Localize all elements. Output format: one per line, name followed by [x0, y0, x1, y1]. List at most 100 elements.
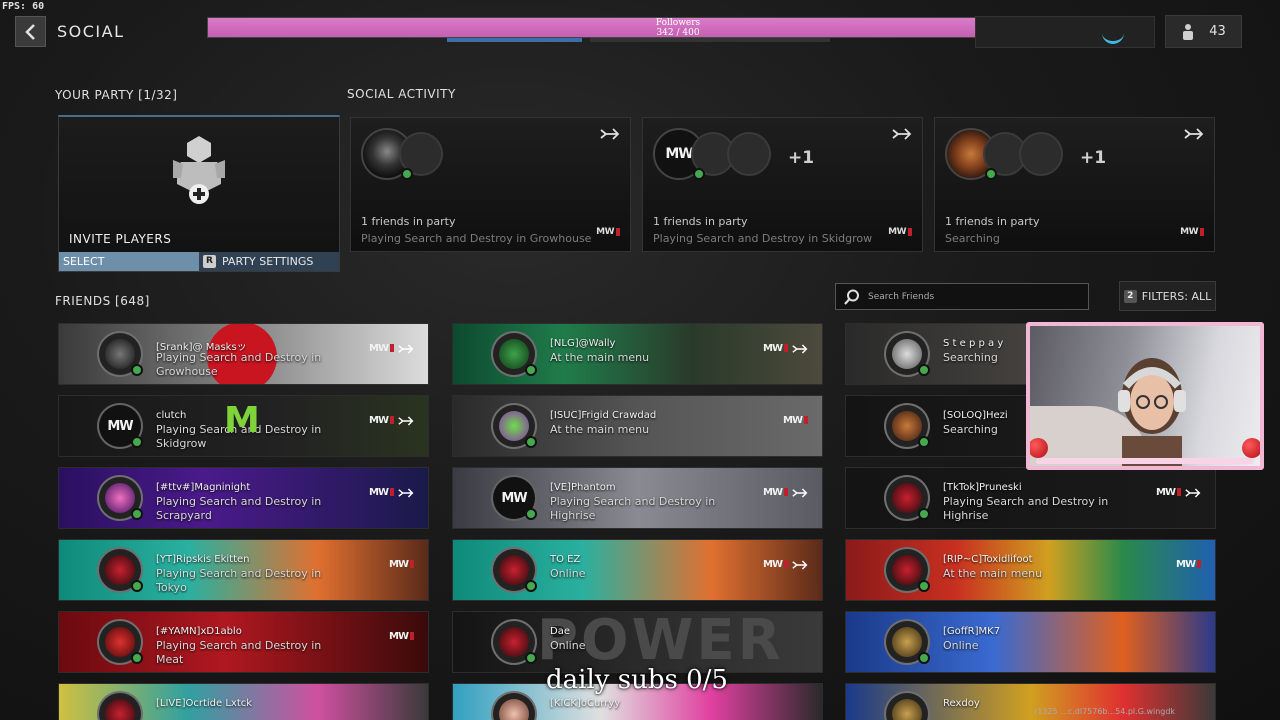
tab-indicator [590, 38, 830, 42]
friend-name: clutch [156, 410, 187, 421]
page-title: SOCIAL [57, 22, 125, 41]
friend-status: Online [550, 639, 586, 652]
online-status-icon [918, 508, 930, 520]
online-status-icon [525, 364, 537, 376]
friend-status-detail: Scrapyard [156, 509, 212, 522]
webcam-overlay [1026, 322, 1264, 470]
tab-indicator-active [447, 38, 582, 42]
mw-logo-icon: MW [783, 415, 808, 426]
avatar [491, 691, 537, 720]
friend-name: [#ttv#]Magninight [156, 482, 251, 493]
friend-name: [#YAMN]xD1ablo [156, 626, 242, 637]
filters-label: FILTERS: ALL [1141, 289, 1212, 303]
online-status-icon [985, 168, 997, 180]
friend-status: At the main menu [943, 567, 1043, 580]
players-count-button[interactable]: 43 [1165, 15, 1242, 48]
friend-card[interactable]: MW [VE]Phantom Playing Search and Destro… [452, 467, 823, 529]
party-section-label: YOUR PARTY [1/32] [55, 88, 178, 102]
friends-search[interactable] [835, 283, 1089, 310]
friend-card[interactable]: [#ttv#]Magninight Playing Search and Des… [58, 467, 429, 529]
join-arrow-icon [892, 128, 912, 140]
party-settings-label: PARTY SETTINGS [222, 255, 314, 268]
friend-card[interactable]: [NLG]@Wally At the main menu MW [452, 323, 823, 385]
activity-card[interactable]: MW +1 1 friends in party Playing Search … [642, 117, 923, 252]
friend-name: [NLG]@Wally [550, 338, 616, 349]
mw-logo-icon: MW [1180, 227, 1204, 237]
online-status-icon [131, 364, 143, 376]
friend-card[interactable]: [YT]Ripskis Ekitten Playing Search and D… [58, 539, 429, 601]
online-status-icon [525, 652, 537, 664]
filters-button[interactable]: 2 FILTERS: ALL [1119, 281, 1216, 311]
friend-name: Rexdoy [943, 698, 980, 709]
avatar-placeholder [727, 132, 771, 176]
friend-card[interactable]: MW clutch Playing Search and Destroy in … [58, 395, 429, 457]
online-status-icon [131, 580, 143, 592]
online-status-icon [131, 436, 143, 448]
daily-subs-overlay: daily subs 0/5 [546, 665, 728, 695]
friend-status: Playing Search and Destroy in [550, 495, 716, 508]
cherry-decoration-icon [1030, 438, 1048, 458]
invite-players-card[interactable]: INVITE PLAYERS SELECT R PARTY SETTINGS [58, 115, 340, 272]
cherry-decoration-icon [1242, 438, 1260, 458]
friend-card[interactable]: [RIP~C]Toxidlifoot At the main menu MW [845, 539, 1216, 601]
friend-name: [ISUC]Frigid Crawdad [550, 410, 657, 421]
friend-status-detail: Growhouse [156, 365, 218, 378]
join-arrow-icon [600, 128, 620, 140]
monster-logo-icon: M [224, 400, 260, 441]
friend-card[interactable]: POWER Dae Online [452, 611, 823, 673]
invite-players-label: INVITE PLAYERS [69, 232, 172, 246]
party-count: 1 friends in party [361, 215, 456, 228]
friend-name: [RIP~C]Toxidlifoot [943, 554, 1033, 565]
mw-logo-icon: MW [389, 559, 414, 570]
activity-section-label: SOCIAL ACTIVITY [347, 87, 456, 101]
key-2-icon: 2 [1123, 289, 1137, 303]
friend-status: Playing Search and Destroy in [156, 495, 322, 508]
friend-status: Playing Search and Destroy in [156, 567, 322, 580]
mw-logo-icon: MW [763, 559, 788, 570]
mw-logo-icon: MW [369, 415, 394, 426]
party-count: 1 friends in party [945, 215, 1040, 228]
join-arrow-icon [398, 487, 414, 498]
online-status-icon [525, 580, 537, 592]
party-extra-count: +1 [788, 148, 815, 168]
search-icon [844, 289, 859, 305]
back-button[interactable] [15, 16, 46, 47]
search-input[interactable] [868, 291, 1068, 302]
friend-card[interactable]: [Srank]@ Masksッ Playing Search and Destr… [58, 323, 429, 385]
friend-status: Online [550, 567, 586, 580]
online-status-icon [401, 168, 413, 180]
friend-status-detail: Meat [156, 653, 184, 666]
activity-card[interactable]: +1 1 friends in party Searching MW [934, 117, 1215, 252]
join-arrow-icon [792, 343, 808, 354]
party-status: Playing Search and Destroy in Growhouse [361, 232, 592, 245]
friend-status-detail: Tokyo [156, 581, 187, 594]
select-button[interactable]: SELECT [59, 252, 199, 271]
friend-card[interactable]: [ISUC]Frigid Crawdad At the main menu MW [452, 395, 823, 457]
overlay-url: r1325 ...c.dl7576b...54.pl.G.wingdk [1034, 707, 1176, 716]
friend-card[interactable]: [#YAMN]xD1ablo Playing Search and Destro… [58, 611, 429, 673]
friend-status: Playing Search and Destroy in [943, 495, 1109, 508]
people-icon [1183, 23, 1194, 40]
online-status-icon [918, 436, 930, 448]
party-status: Searching [945, 232, 1000, 245]
join-arrow-icon [792, 487, 808, 498]
friend-card[interactable]: TO EZ Online MW [452, 539, 823, 601]
streamer-image [1118, 358, 1186, 466]
friend-status: At the main menu [550, 351, 650, 364]
friend-name: TO EZ [550, 554, 581, 565]
party-settings-button[interactable]: R PARTY SETTINGS [199, 252, 339, 271]
friend-card[interactable]: [GoffR]MK7 Online [845, 611, 1216, 673]
friend-status: Playing Search and Destroy in [156, 351, 322, 364]
friend-name: [TkTok]Pruneski [943, 482, 1022, 493]
avatar-placeholder [1019, 132, 1063, 176]
activity-card[interactable]: 1 friends in party Playing Search and De… [350, 117, 631, 252]
friend-status: At the main menu [550, 423, 650, 436]
mw-logo-icon: MW [369, 343, 394, 354]
friend-card[interactable]: [LIVE]Ocrtide Lxtck [58, 683, 429, 720]
status-panel[interactable] [975, 16, 1155, 48]
friend-card[interactable]: [TkTok]Pruneski Playing Search and Destr… [845, 467, 1216, 529]
online-status-icon [918, 364, 930, 376]
join-arrow-icon [792, 559, 808, 570]
join-arrow-icon [1185, 487, 1201, 498]
friend-name: [SOLOQ]Hezi [943, 410, 1008, 421]
